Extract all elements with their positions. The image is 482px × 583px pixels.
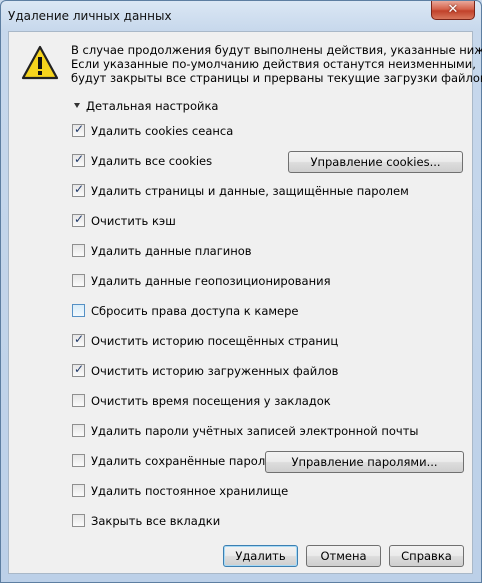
option-label: Удалить страницы и данные, защищённые па… <box>91 184 409 198</box>
info-message-line: Если указанные по-умолчанию действия ост… <box>71 57 476 71</box>
close-button[interactable]: ✕ <box>431 1 475 20</box>
option-label: Очистить историю загруженных файлов <box>91 364 339 378</box>
cancel-button[interactable]: Отмена <box>306 545 381 567</box>
option-label: Удалить данные геопозиционирования <box>91 274 331 288</box>
title-bar[interactable]: Удаление личных данных ✕ <box>1 1 481 31</box>
checkmark-icon: ✓ <box>74 212 85 226</box>
details-toggle[interactable]: Детальная настройка <box>74 99 218 113</box>
checkbox[interactable] <box>72 514 85 527</box>
option-label: Сбросить права доступа к камере <box>91 304 299 318</box>
option-label: Удалить данные плагинов <box>91 244 252 258</box>
option-label: Удалить постоянное хранилище <box>91 484 289 498</box>
option-label: Очистить кэш <box>91 214 176 228</box>
option-label: Удалить сохранённые пароли <box>91 454 273 468</box>
checkbox[interactable] <box>72 454 85 467</box>
window-title: Удаление личных данных <box>8 9 172 23</box>
checkbox[interactable] <box>72 304 85 317</box>
checkbox[interactable]: ✓ <box>72 122 85 137</box>
info-message-line: будут закрыты все страницы и прерваны те… <box>71 71 482 85</box>
checkmark-icon: ✓ <box>74 122 85 136</box>
expand-triangle-icon <box>74 103 80 108</box>
option-label: Очистить время посещения у закладок <box>91 394 331 408</box>
manage-cookies-button[interactable]: Управление cookies... <box>288 151 463 173</box>
info-message: В случае продолжения будут выполнены дей… <box>71 43 482 85</box>
option-label: Удалить cookies сеанса <box>91 124 234 138</box>
checkbox[interactable]: ✓ <box>72 212 85 227</box>
manage-passwords-button[interactable]: Управление паролями... <box>265 451 464 473</box>
help-button[interactable]: Справка <box>389 545 464 567</box>
checkbox[interactable] <box>72 484 85 497</box>
dialog-window: Удаление личных данных ✕ В случае продол… <box>0 0 482 583</box>
warning-icon <box>21 45 59 80</box>
info-message-line: В случае продолжения будут выполнены дей… <box>71 43 482 57</box>
checkbox[interactable]: ✓ <box>72 332 85 347</box>
checkmark-icon: ✓ <box>74 362 85 376</box>
delete-button[interactable]: Удалить <box>223 545 298 567</box>
details-toggle-label: Детальная настройка <box>86 99 219 113</box>
checkbox[interactable] <box>72 274 85 287</box>
checkbox[interactable] <box>72 394 85 407</box>
checkbox[interactable] <box>72 244 85 257</box>
checkmark-icon: ✓ <box>74 332 85 346</box>
option-label: Удалить все cookies <box>91 154 213 168</box>
checkmark-icon: ✓ <box>74 182 85 196</box>
checkbox[interactable]: ✓ <box>72 362 85 377</box>
checkbox[interactable]: ✓ <box>72 182 85 197</box>
option-label: Очистить историю посещённых страниц <box>91 334 339 348</box>
close-icon: ✕ <box>447 2 459 17</box>
checkbox[interactable] <box>72 424 85 437</box>
dialog-body: В случае продолжения будут выполнены дей… <box>8 31 482 574</box>
option-label: Закрыть все вкладки <box>91 514 221 528</box>
checkbox[interactable]: ✓ <box>72 152 85 167</box>
checkmark-icon: ✓ <box>74 152 85 166</box>
option-label: Удалить пароли учётных записей электронн… <box>91 424 419 438</box>
